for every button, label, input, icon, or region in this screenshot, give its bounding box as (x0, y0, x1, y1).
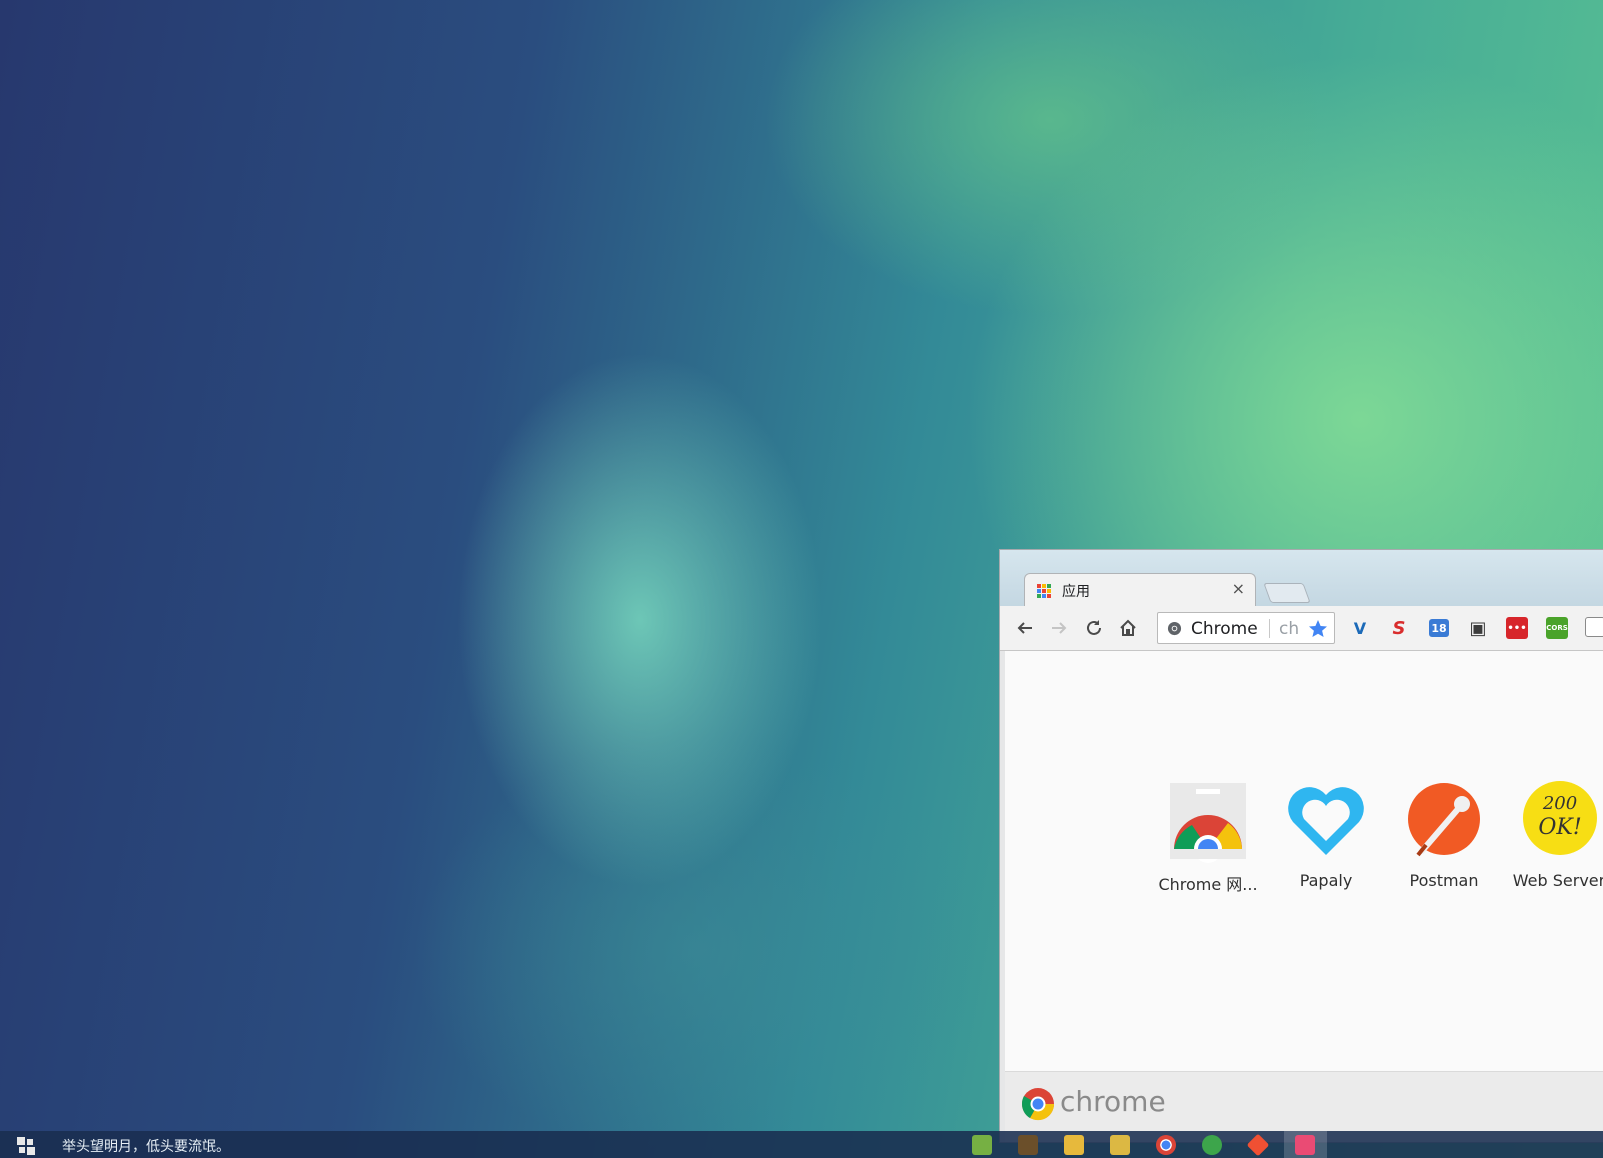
forward-icon[interactable] (1046, 615, 1072, 641)
chrome-logo-icon (1021, 1088, 1055, 1121)
chrome-taskbar-icon[interactable] (1156, 1135, 1176, 1155)
vue-devtools-icon[interactable]: V (1349, 617, 1371, 639)
taskbar-status-text: 举头望明月，低头要流氓。 (62, 1139, 230, 1155)
app-label: Postman (1409, 871, 1479, 890)
web-server-icon-text-1: 200 (1542, 793, 1578, 814)
tab-close-icon[interactable]: × (1232, 579, 1245, 598)
app-chrome-web-store[interactable]: Chrome 网... (1149, 779, 1267, 895)
cors-extension-icon[interactable]: CORS (1546, 617, 1568, 639)
new-tab-button[interactable] (1263, 583, 1311, 603)
screen-recorder-icon[interactable] (1295, 1135, 1315, 1155)
browser-toolbar: Chrome ch V S 18 ▣ ••• CORS (1000, 606, 1603, 651)
taskbar: 举头望明月，低头要流氓。 (0, 1131, 1603, 1158)
reload-icon[interactable] (1081, 615, 1107, 641)
apps-grid-icon (1037, 584, 1051, 598)
apps-page: Chrome 网... Papaly Postman 200 OK! Web S… (1005, 651, 1603, 1071)
omnibox-url-text: ch (1279, 619, 1300, 639)
app-label: Chrome 网... (1158, 875, 1258, 894)
home-icon[interactable] (1115, 615, 1141, 641)
web-server-200-ok-icon: 200 OK! (1517, 779, 1601, 863)
address-bar[interactable]: Chrome ch (1157, 612, 1335, 644)
qr-code-icon[interactable]: ▣ (1467, 617, 1489, 639)
papaly-heart-icon (1284, 779, 1368, 863)
app-papaly[interactable]: Papaly (1267, 779, 1385, 890)
web-server-icon-text-2: OK! (1538, 815, 1582, 840)
tab-apps[interactable]: 应用 × (1024, 573, 1256, 606)
calendar-extension-icon[interactable]: 18 (1429, 619, 1449, 637)
file-explorer-icon[interactable] (1064, 1135, 1084, 1155)
omnibox-separator (1269, 619, 1270, 638)
hbuilder-icon[interactable] (1202, 1135, 1222, 1155)
app-label: Web Server (1512, 871, 1603, 890)
back-icon[interactable] (1012, 615, 1038, 641)
chrome-wordmark: chrome (1060, 1085, 1166, 1118)
git-icon[interactable] (1246, 1133, 1270, 1157)
s-extension-icon[interactable]: S (1388, 617, 1410, 639)
tab-title: 应用 (1062, 584, 1090, 600)
tab-strip: 应用 × (1000, 550, 1603, 606)
app-postman[interactable]: Postman (1385, 779, 1503, 890)
app-web-server[interactable]: 200 OK! Web Server (1500, 779, 1603, 890)
sublime-text-icon[interactable] (1018, 1135, 1038, 1155)
start-button[interactable] (17, 1137, 37, 1155)
red-dots-extension-icon[interactable]: ••• (1506, 617, 1528, 639)
menu-overflow-icon[interactable] (1585, 617, 1603, 637)
notepad-plus-icon[interactable] (972, 1135, 992, 1155)
postman-icon (1402, 779, 1486, 863)
chrome-browser-window[interactable]: 应用 × Chrome ch V S 18 ▣ ••• CORS Chrome … (999, 549, 1603, 1143)
bookmark-star-icon[interactable] (1308, 619, 1328, 639)
chrome-page-icon (1167, 621, 1182, 636)
desktop-wallpaper: 应用 × Chrome ch V S 18 ▣ ••• CORS Chrome … (0, 0, 1603, 1158)
app-label: Papaly (1299, 871, 1353, 890)
chrome-web-store-icon (1166, 779, 1250, 863)
omnibox-chip-label: Chrome (1191, 619, 1258, 639)
help-document-icon[interactable] (1110, 1135, 1130, 1155)
